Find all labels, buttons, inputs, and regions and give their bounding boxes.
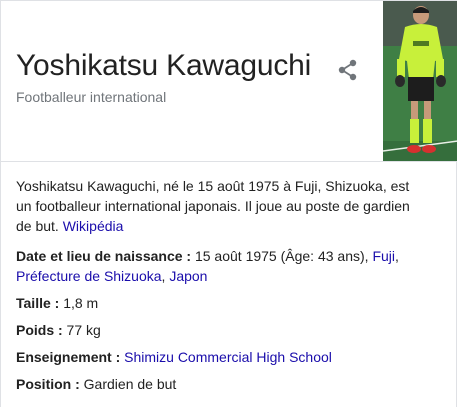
birthplace-prefecture-link[interactable]: Préfecture de Shizuoka xyxy=(16,268,162,284)
fact-birth: Date et lieu de naissance : 15 août 1975… xyxy=(16,246,446,286)
entity-description: Yoshikatsu Kawaguchi, né le 15 août 1975… xyxy=(16,176,416,236)
header-divider xyxy=(1,161,457,162)
fact-height-label: Taille : xyxy=(16,295,60,311)
panel-header: Yoshikatsu Kawaguchi Footballeur interna… xyxy=(1,1,457,161)
share-button[interactable] xyxy=(335,57,361,83)
fact-birth-label: Date et lieu de naissance : xyxy=(16,248,192,264)
birthplace-country-link[interactable]: Japon xyxy=(169,268,207,284)
entity-title: Yoshikatsu Kawaguchi xyxy=(16,49,312,82)
entity-subtitle: Footballeur international xyxy=(16,89,167,105)
fact-position-value: Gardien de but xyxy=(79,376,177,392)
fact-weight-label: Poids : xyxy=(16,322,63,338)
fact-height: Taille : 1,8 m xyxy=(16,293,446,313)
wikipedia-link[interactable]: Wikipédia xyxy=(63,218,124,234)
fact-weight: Poids : 77 kg xyxy=(16,320,446,340)
fact-education-label: Enseignement : xyxy=(16,349,121,365)
share-icon xyxy=(338,59,357,81)
fact-position-label: Position : xyxy=(16,376,80,392)
knowledge-panel: Yoshikatsu Kawaguchi Footballeur interna… xyxy=(0,0,457,407)
player-photo-illustration xyxy=(383,1,457,161)
fact-weight-value: 77 kg xyxy=(62,322,101,338)
fact-birth-separator: , xyxy=(395,248,399,264)
fact-birth-value: 15 août 1975 (Âge: 43 ans), xyxy=(191,248,373,264)
fact-education: Enseignement : Shimizu Commercial High S… xyxy=(16,347,446,367)
fact-position: Position : Gardien de but xyxy=(16,374,446,394)
entity-photo[interactable] xyxy=(383,1,457,161)
birthplace-fuji-link[interactable]: Fuji xyxy=(372,248,395,264)
school-link[interactable]: Shimizu Commercial High School xyxy=(124,349,332,365)
fact-height-value: 1,8 m xyxy=(59,295,99,311)
